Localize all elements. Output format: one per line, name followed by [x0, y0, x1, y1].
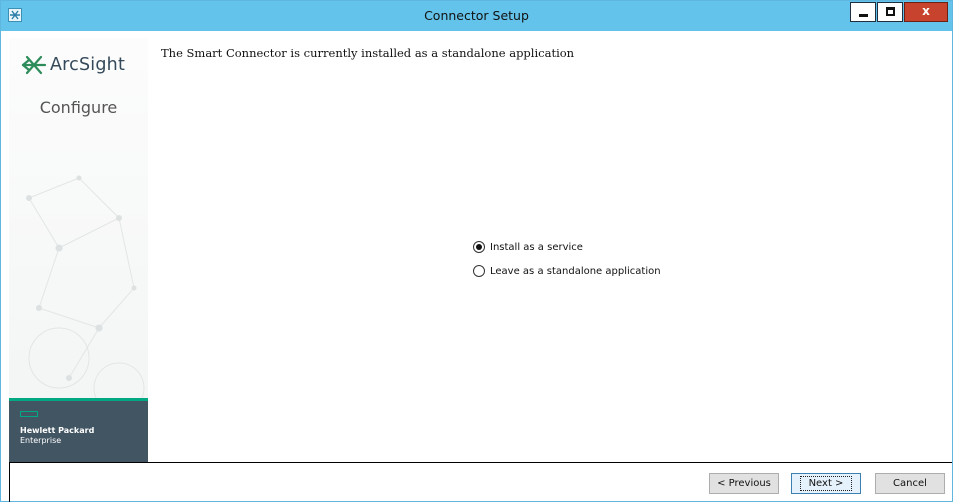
- close-button[interactable]: x: [904, 2, 948, 22]
- maximize-button[interactable]: [877, 2, 903, 22]
- previous-button-label: < Previous: [717, 478, 771, 489]
- window-title: Connector Setup: [424, 8, 529, 23]
- previous-button[interactable]: < Previous: [709, 473, 779, 494]
- window-controls: x: [849, 2, 948, 24]
- hpe-logo-icon: [20, 411, 38, 417]
- maximize-icon: [886, 7, 895, 16]
- company-name-line2: Enterprise: [20, 436, 62, 445]
- minimize-button[interactable]: [850, 2, 876, 22]
- cancel-button[interactable]: Cancel: [875, 473, 945, 494]
- title-bar[interactable]: Connector Setup x: [1, 1, 952, 31]
- next-button-label: Next >: [799, 476, 853, 491]
- arcsight-logo: ArcSight: [21, 54, 125, 76]
- footer-divider: [9, 462, 952, 463]
- step-title: Configure: [39, 98, 118, 117]
- option-install-service[interactable]: Install as a service: [473, 241, 583, 253]
- brand-name: ArcSight: [50, 55, 126, 75]
- network-pattern-graphic: [26, 175, 145, 398]
- company-name-line1: Hewlett Packard: [20, 426, 95, 435]
- minimize-icon: [859, 14, 868, 17]
- status-message: The Smart Connector is currently install…: [161, 46, 575, 60]
- option-label: Leave as a standalone application: [490, 265, 661, 277]
- radio-leave-standalone[interactable]: [473, 265, 485, 277]
- option-label: Install as a service: [490, 241, 583, 253]
- footer-left-border: [9, 462, 10, 502]
- hpe-branding: Hewlett Packard Enterprise: [9, 401, 148, 462]
- option-leave-standalone[interactable]: Leave as a standalone application: [473, 265, 661, 277]
- installer-window: Connector Setup x ArcSight Configure Hew…: [0, 0, 953, 502]
- arcsight-logo-icon: [21, 55, 47, 75]
- radio-install-service[interactable]: [473, 241, 485, 253]
- sidebar: ArcSight Configure Hewlett Packard Enter…: [9, 38, 148, 462]
- cancel-button-label: Cancel: [893, 478, 927, 489]
- next-button[interactable]: Next >: [791, 473, 861, 494]
- close-icon: x: [922, 4, 930, 18]
